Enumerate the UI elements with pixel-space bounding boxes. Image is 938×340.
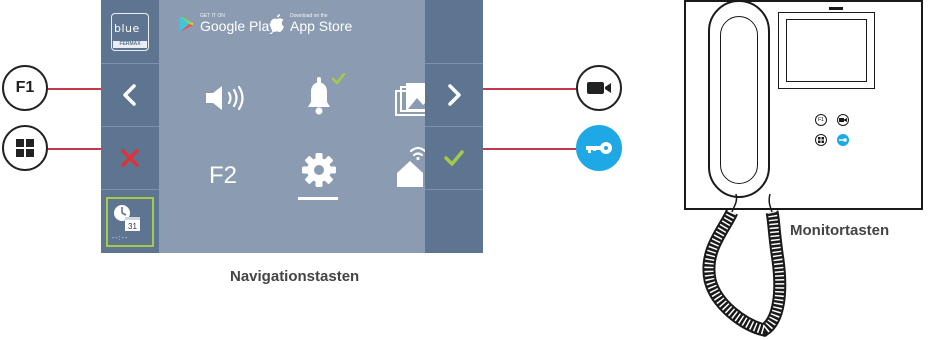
device-key-button <box>837 134 849 146</box>
door-release-button[interactable] <box>576 125 622 171</box>
settings-menu-item[interactable] <box>299 150 339 190</box>
speaker-icon <box>206 85 244 111</box>
google-play-icon <box>180 15 193 32</box>
check-icon <box>444 150 464 166</box>
check-icon <box>331 73 346 85</box>
right-bottom-cell <box>425 189 483 253</box>
device-grid-icon <box>818 137 824 143</box>
google-play-text: Google Play <box>200 18 277 34</box>
video-camera-icon <box>587 82 611 94</box>
google-play-small-text: GET IT ON <box>200 13 225 19</box>
google-play-badge[interactable]: GET IT ON Google Play <box>177 13 276 34</box>
chevron-right-icon <box>448 84 461 106</box>
close-icon <box>121 149 139 167</box>
back-button[interactable] <box>101 63 159 126</box>
confirm-button[interactable] <box>425 126 483 189</box>
chevron-left-icon <box>123 84 136 106</box>
device-f1-button: F1 <box>815 114 827 126</box>
calendar-date: 31 <box>128 222 137 231</box>
logo-brand-text: blue <box>114 21 140 35</box>
handset-inner <box>720 16 758 184</box>
right-button-column <box>425 0 483 253</box>
clock-cell: 31 --:-- <box>101 189 159 253</box>
apple-icon <box>270 14 284 32</box>
selected-item-underline <box>298 197 338 200</box>
logo-maker-text: FERMAX <box>113 40 147 48</box>
navigation-caption: Navigationstasten <box>230 268 360 285</box>
clock-calendar-widget[interactable]: 31 --:-- <box>106 196 154 247</box>
device-camera-button <box>837 114 849 126</box>
device-brand-mark <box>829 7 843 10</box>
monitor-screen: blue FERMAX 31 --:-- GET IT ON Google Pl… <box>101 0 483 253</box>
monitor-device: F1 <box>684 0 923 210</box>
left-button-column: blue FERMAX 31 --:-- <box>101 0 159 253</box>
camera-leader-line <box>483 88 576 90</box>
clock-time-placeholder: --:-- <box>112 234 129 242</box>
notifications-menu-item[interactable] <box>299 72 347 118</box>
f1-leader-line <box>48 88 101 90</box>
fermax-blue-logo: blue FERMAX <box>111 12 149 51</box>
grid-leader-line <box>48 148 101 150</box>
camera-button[interactable] <box>576 65 622 111</box>
device-f1-label: F1 <box>818 117 824 123</box>
key-leader-line <box>483 148 576 150</box>
forward-button[interactable] <box>425 63 483 126</box>
monitor-caption: Monitortasten <box>790 222 890 239</box>
device-screen <box>786 19 867 82</box>
app-store-small-text: Download on the <box>290 13 328 19</box>
device-key-icon <box>839 138 847 142</box>
menu-grid-button[interactable] <box>2 125 48 171</box>
grid-icon <box>16 139 34 157</box>
handset-coiled-cord <box>702 193 787 337</box>
cancel-button[interactable] <box>101 126 159 189</box>
f1-button-label: F1 <box>15 79 35 96</box>
device-screen-bezel <box>778 12 875 89</box>
device-grid-button <box>815 134 827 146</box>
gear-icon <box>302 153 336 187</box>
key-icon <box>586 142 612 154</box>
bell-icon <box>308 73 346 115</box>
app-store-badge[interactable]: Download on the App Store <box>269 13 352 34</box>
volume-menu-item[interactable] <box>203 80 253 116</box>
handset <box>708 0 770 198</box>
f2-function-item[interactable]: F2 <box>209 162 237 190</box>
fermax-blue-logo-cell: blue FERMAX <box>101 0 159 63</box>
right-empty-cell <box>425 0 483 63</box>
app-store-text: App Store <box>290 18 353 34</box>
device-camera-icon <box>839 118 847 122</box>
f1-button[interactable]: F1 <box>2 65 48 111</box>
